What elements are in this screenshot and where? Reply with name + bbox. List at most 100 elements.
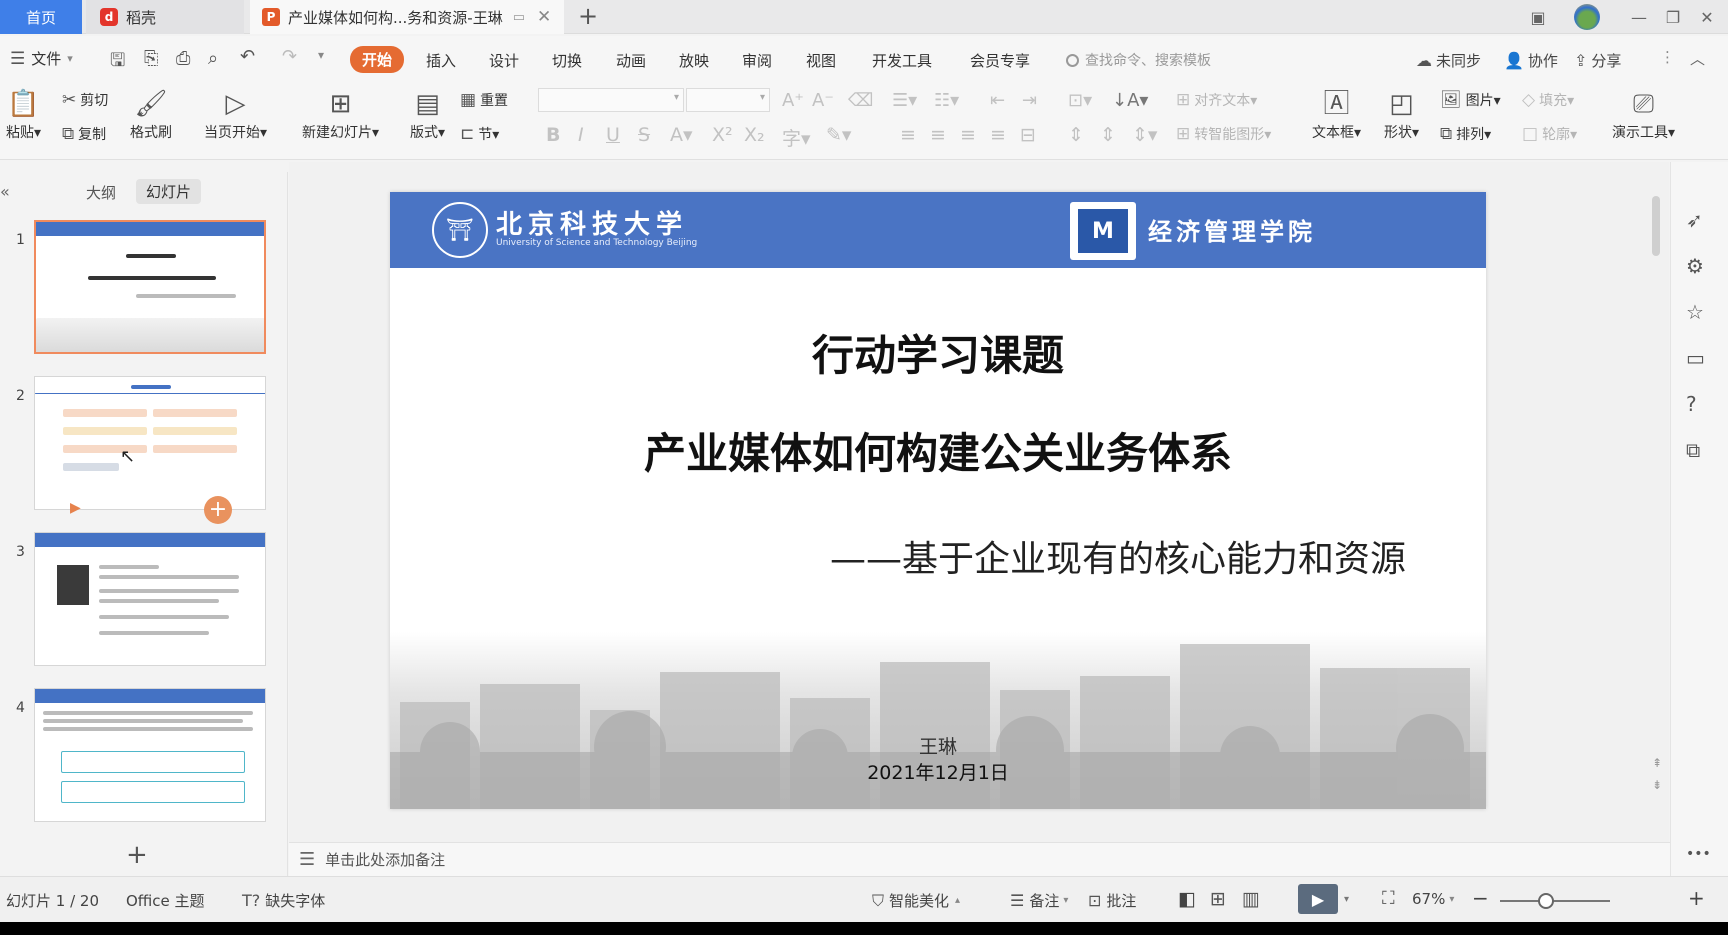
save-icon[interactable]: 🖫 xyxy=(110,48,125,78)
theme-name[interactable]: Office 主题 xyxy=(126,890,205,911)
tab-slides[interactable]: 幻灯片 xyxy=(136,179,202,204)
comment-button[interactable]: ⊡ 批注 xyxy=(1088,890,1136,911)
italic-icon[interactable]: I xyxy=(578,124,584,146)
slide-thumbnail-4[interactable] xyxy=(34,688,266,822)
slide-sorter-icon[interactable]: ⊞ xyxy=(1210,888,1226,910)
tab-animation[interactable]: 动画 xyxy=(616,50,646,71)
tab-home[interactable]: 首页 xyxy=(0,0,82,34)
properties-icon[interactable]: ⚙ xyxy=(1686,254,1704,278)
subscript-icon[interactable]: X₂ xyxy=(744,124,765,146)
slide-subtitle[interactable]: ——基于企业现有的核心能力和资源 xyxy=(830,530,1406,582)
user-avatar[interactable] xyxy=(1574,4,1600,30)
smartart-button[interactable]: ⊞ 转智能图形▾ xyxy=(1176,124,1271,144)
notes-toggle-button[interactable]: ☰ 备注 ▾ xyxy=(1010,890,1068,911)
increase-font-icon[interactable]: A⁺ xyxy=(782,90,804,111)
canvas-scrollbar[interactable] xyxy=(1652,196,1660,256)
command-search[interactable]: 查找命令、搜索模板 xyxy=(1066,50,1211,70)
print-icon[interactable]: ⎙ xyxy=(176,48,190,69)
slide-title-1[interactable]: 行动学习课题 xyxy=(390,322,1486,383)
new-slide-button[interactable]: ⊞ 新建幻灯片▾ xyxy=(302,86,379,142)
copy-button[interactable]: ⧉ 复制 xyxy=(62,124,106,144)
star-icon[interactable]: ☆ xyxy=(1686,300,1704,324)
slideshow-options-icon[interactable]: ▾ xyxy=(1344,894,1349,905)
textbox-button[interactable]: 🄰 文本框▾ xyxy=(1312,86,1361,142)
design-icon[interactable]: ➶ xyxy=(1686,208,1703,232)
text-direction-icon[interactable]: ⊡▾ xyxy=(1068,90,1092,111)
share-button[interactable]: ⇪ 分享 xyxy=(1574,50,1621,71)
align-left-icon[interactable]: ≡ xyxy=(900,124,916,146)
tab-float-icon[interactable]: ▭ xyxy=(513,10,525,25)
tab-view[interactable]: 视图 xyxy=(806,50,836,71)
font-name-select[interactable]: ▾ xyxy=(538,88,684,112)
slide-date[interactable]: 2021年12月1日 xyxy=(390,758,1486,785)
add-slide-plus-icon[interactable]: + xyxy=(126,840,148,870)
bullets-icon[interactable]: ☰▾ xyxy=(892,90,917,111)
distribute-icon[interactable]: ⊟ xyxy=(1020,124,1036,146)
font-size-select[interactable]: ▾ xyxy=(686,88,770,112)
outline-button[interactable]: □ 轮廓▾ xyxy=(1522,124,1577,144)
phonetic-icon[interactable]: 字▾ xyxy=(782,124,811,151)
line-spacing-icon[interactable]: ⇕ xyxy=(1068,124,1084,146)
sort-icon[interactable]: ↓A▾ xyxy=(1112,90,1148,111)
backup-icon[interactable]: ⧉ xyxy=(1686,438,1700,462)
tab-home-ribbon[interactable]: 开始 xyxy=(350,46,405,73)
format-painter-button[interactable]: 🖌 格式刷 xyxy=(130,86,172,142)
prev-slide-icon[interactable]: ⇞ xyxy=(1652,756,1662,770)
reset-button[interactable]: ▦ 重置 xyxy=(460,90,508,110)
thumb-play-icon[interactable]: ▶ xyxy=(70,500,81,516)
new-tab-plus-icon[interactable]: + xyxy=(578,2,598,30)
collapse-ribbon-icon[interactable]: ︿ xyxy=(1690,48,1705,69)
arrange-button[interactable]: ⧉ 排列▾ xyxy=(1440,124,1491,144)
collab-button[interactable]: 👤 协作 xyxy=(1504,50,1558,71)
start-slideshow-button[interactable]: ▶ xyxy=(1298,884,1338,914)
window-layout-icon[interactable]: ▣ xyxy=(1518,0,1558,34)
strikethrough-icon[interactable]: S xyxy=(638,124,650,146)
section-button[interactable]: ⊏ 节▾ xyxy=(460,124,499,144)
tab-outline[interactable]: 大纲 xyxy=(86,182,116,203)
slide-author[interactable]: 王琳 xyxy=(390,732,1486,759)
zoom-slider-track[interactable] xyxy=(1500,900,1610,902)
picture-button[interactable]: 🖼 图片▾ xyxy=(1440,90,1501,110)
numbering-icon[interactable]: ☷▾ xyxy=(934,90,959,111)
smart-beautify-button[interactable]: ⛉ 智能美化 ▴ xyxy=(872,890,960,911)
layout-button[interactable]: ▤ 版式▾ xyxy=(410,86,445,142)
customize-quick-access-icon[interactable]: ▾ xyxy=(318,48,324,62)
slide-thumbnail-3[interactable] xyxy=(34,532,266,666)
help-icon[interactable]: ? xyxy=(1686,392,1697,416)
tab-insert[interactable]: 插入 xyxy=(426,50,456,71)
minimize-icon[interactable]: — xyxy=(1622,0,1656,34)
tab-developer[interactable]: 开发工具 xyxy=(872,50,932,71)
zoom-level[interactable]: 67% ▾ xyxy=(1412,890,1454,908)
redo-icon[interactable]: ↷ xyxy=(282,46,297,67)
indent-increase-icon[interactable]: ⇥ xyxy=(1022,90,1037,111)
zoom-out-icon[interactable]: − xyxy=(1472,886,1489,910)
highlight-icon[interactable]: ✎▾ xyxy=(826,124,851,146)
align-right-icon[interactable]: ≡ xyxy=(960,124,976,146)
justify-icon[interactable]: ≡ xyxy=(990,124,1006,146)
sync-button[interactable]: ☁ 未同步 xyxy=(1416,50,1481,71)
tab-slideshow[interactable]: 放映 xyxy=(679,50,709,71)
align-text-button[interactable]: ⊞ 对齐文本▾ xyxy=(1176,90,1257,110)
insert-slide-plus-icon[interactable]: + xyxy=(204,496,232,524)
superscript-icon[interactable]: X² xyxy=(712,124,733,146)
more-icon[interactable]: ••• xyxy=(1686,846,1711,862)
indent-decrease-icon[interactable]: ⇤ xyxy=(990,90,1005,111)
tab-review[interactable]: 审阅 xyxy=(742,50,772,71)
paste-button[interactable]: 📋 粘贴▾ xyxy=(6,86,41,142)
print-preview-icon[interactable]: ⌕ xyxy=(208,48,218,69)
play-from-current-button[interactable]: ▷ 当页开始▾ xyxy=(204,86,267,142)
slide-1[interactable]: ⛩ 北京科技大学 University of Science and Techn… xyxy=(390,192,1486,809)
align-center-icon[interactable]: ≡ xyxy=(930,124,946,146)
missing-font-button[interactable]: T? 缺失字体 xyxy=(242,890,325,911)
slide-thumbnail-1[interactable] xyxy=(34,220,266,354)
more-options-icon[interactable]: ⋮ xyxy=(1660,48,1675,66)
columns-icon[interactable]: ⇕▾ xyxy=(1132,124,1157,146)
underline-icon[interactable]: U xyxy=(606,124,620,146)
next-slide-icon[interactable]: ⇟ xyxy=(1652,778,1662,792)
undo-icon[interactable]: ↶ xyxy=(240,46,255,67)
notes-area[interactable]: ☰ 单击此处添加备注 xyxy=(289,842,1670,876)
tab-docer[interactable]: d 稻壳 xyxy=(86,0,244,34)
export-pdf-icon[interactable]: ⎘ xyxy=(144,48,158,69)
font-color-icon[interactable]: A▾ xyxy=(670,124,693,146)
cut-button[interactable]: ✂ 剪切 xyxy=(62,90,108,110)
